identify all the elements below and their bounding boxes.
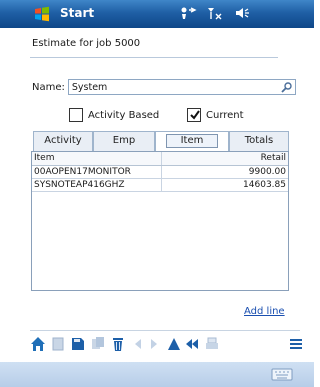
add-line-link[interactable]: Add line bbox=[244, 306, 285, 317]
current-label: Current bbox=[206, 109, 244, 121]
tab-emp[interactable]: Emp bbox=[93, 131, 155, 151]
print-icon bbox=[206, 337, 218, 349]
status-icons bbox=[180, 6, 252, 20]
copy-icon bbox=[92, 337, 104, 349]
activity-based-label: Activity Based bbox=[88, 109, 160, 121]
row-item-cell[interactable]: SYSNOTEAP416GHZ bbox=[32, 179, 162, 191]
table-row[interactable]: SYSNOTEAP416GHZ 14603.85 bbox=[32, 179, 288, 192]
column-header-item[interactable]: Item bbox=[32, 152, 162, 165]
tab-emp-label: Emp bbox=[112, 135, 136, 146]
back-icon[interactable] bbox=[184, 336, 200, 352]
row-item-cell[interactable]: 00AOPEN17MONITOR bbox=[32, 166, 162, 178]
tab-bar: Activity Emp Item Totals bbox=[33, 131, 289, 151]
row-retail-cell[interactable]: 9900.00 bbox=[162, 166, 288, 178]
column-header-retail[interactable]: Retail bbox=[162, 152, 288, 165]
home-icon[interactable] bbox=[30, 336, 46, 352]
activity-based-checkbox[interactable] bbox=[69, 108, 83, 122]
new-doc-icon bbox=[52, 337, 64, 351]
grid-header: Item Retail bbox=[32, 152, 288, 166]
tab-item-label: Item bbox=[165, 134, 219, 148]
next-icon bbox=[151, 339, 157, 349]
volume-icon[interactable] bbox=[234, 6, 252, 20]
item-grid[interactable]: Item Retail 00AOPEN17MONITOR 9900.00 SYS… bbox=[31, 151, 289, 291]
name-label: Name: bbox=[32, 81, 65, 93]
tab-activity-label: Activity bbox=[44, 135, 82, 146]
tab-totals[interactable]: Totals bbox=[229, 131, 289, 151]
menu-icon[interactable] bbox=[288, 336, 304, 352]
current-option[interactable]: Current bbox=[187, 108, 244, 122]
current-checkbox[interactable] bbox=[187, 108, 201, 122]
name-input[interactable]: System bbox=[67, 79, 296, 95]
job-header: Estimate for job 5000 bbox=[30, 30, 278, 58]
toolbar bbox=[30, 336, 306, 354]
divider bbox=[30, 330, 300, 331]
lookup-icon[interactable] bbox=[280, 81, 293, 94]
save-icon[interactable] bbox=[70, 336, 86, 352]
row-retail-cell[interactable]: 14603.85 bbox=[162, 179, 288, 191]
tab-item[interactable]: Item bbox=[155, 131, 229, 151]
name-row: Name: System bbox=[32, 79, 296, 95]
title-bar: Start bbox=[0, 0, 314, 28]
job-title: Estimate for job 5000 bbox=[32, 38, 141, 49]
connectivity-icon[interactable] bbox=[180, 6, 198, 20]
tab-activity[interactable]: Activity bbox=[33, 131, 93, 151]
activity-based-option[interactable]: Activity Based bbox=[69, 108, 159, 122]
window-title[interactable]: Start bbox=[60, 6, 94, 20]
table-row[interactable]: 00AOPEN17MONITOR 9900.00 bbox=[32, 166, 288, 179]
keyboard-icon[interactable] bbox=[271, 368, 293, 381]
name-value: System bbox=[71, 82, 108, 93]
delete-icon[interactable] bbox=[110, 336, 126, 352]
checkmark-icon bbox=[190, 110, 200, 120]
footer-bar bbox=[0, 362, 314, 387]
signal-icon[interactable] bbox=[206, 6, 226, 20]
windows-start-icon[interactable] bbox=[34, 6, 50, 22]
up-icon[interactable] bbox=[166, 336, 182, 352]
tab-totals-label: Totals bbox=[244, 135, 274, 146]
prev-icon bbox=[135, 339, 141, 349]
